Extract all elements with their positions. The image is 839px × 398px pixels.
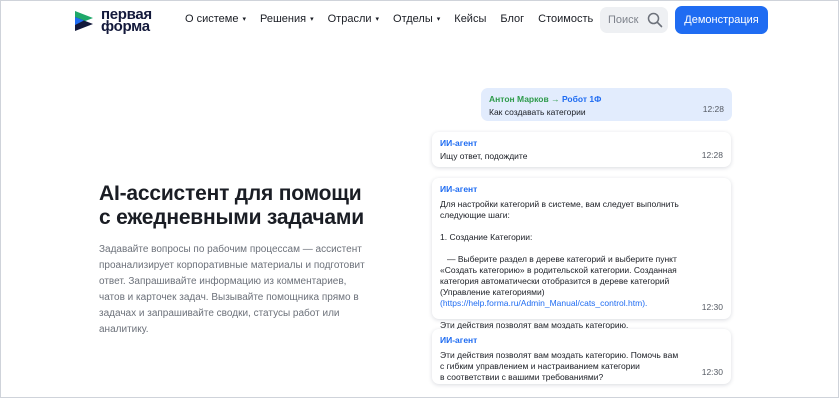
recipient-name: Робот 1Ф [561, 94, 602, 104]
message-sender: ИИ-агент [440, 138, 478, 148]
hero-title: AI-ассистент для помощи с ежедневными за… [99, 182, 399, 230]
arrow-right-icon: → [551, 94, 560, 104]
message-time: 12:28 [701, 150, 723, 160]
message-text: Как создавать категории [489, 107, 586, 117]
chevron-down-icon: ▾ [436, 16, 441, 23]
chat-message-agent-followup: ИИ-агент Эти действия позволят вам мозда… [432, 329, 731, 384]
logo-wordmark: первая форма [101, 7, 152, 35]
nav-item-label: Стоимость [538, 13, 594, 25]
site-header: первая форма О системе ▾ Решения ▾ Отрас… [1, 1, 838, 39]
logo-mark-icon [75, 11, 93, 31]
chat-message-agent-wait: ИИ-агент Ищу ответ, подождите 12:28 [432, 132, 731, 167]
nav-item-label: Кейсы [454, 13, 487, 25]
followup-line-2: с гибким управлением и настраиванием кат… [440, 361, 640, 371]
nav-item-about[interactable]: О системе ▾ [185, 13, 246, 25]
demo-button[interactable]: Демонстрация [675, 6, 768, 34]
nav-item-industries[interactable]: Отрасли ▾ [328, 13, 379, 25]
search-placeholder: Поиск [608, 14, 639, 26]
message-body: Для настройки категорий в системе, вам с… [440, 199, 723, 331]
nav-item-solutions[interactable]: Решения ▾ [260, 13, 314, 25]
hero-description: Задавайте вопросы по рабочим процессам —… [99, 244, 365, 335]
chat-message-user: Антон Марков → Робот 1Ф Как создавать ка… [481, 88, 732, 121]
message-text: Ищу ответ, подождите [440, 151, 528, 161]
nav-item-pricing[interactable]: Стоимость [538, 13, 593, 25]
help-link[interactable]: (https://help.forma.ru/Admin_Manual/cats… [440, 298, 647, 308]
brand-logo[interactable]: первая форма [73, 7, 173, 35]
nav-item-label: Блог [500, 13, 525, 25]
answer-intro: Для настройки категорий в системе, вам с… [440, 199, 679, 220]
message-time: 12:30 [701, 302, 723, 312]
nav-item-blog[interactable]: Блог [500, 13, 524, 25]
followup-line-1: Эти действия позволят вам моздать катего… [440, 350, 679, 360]
answer-step-heading: 1. Создание Категории: [440, 232, 533, 242]
message-sender: ИИ-агент [440, 184, 478, 194]
nav-item-label: О системе [185, 13, 239, 25]
nav-item-cases[interactable]: Кейсы [454, 13, 486, 25]
hero-title-line-2: с ежедневными задачами [99, 206, 364, 229]
nav-item-departments[interactable]: Отделы ▾ [393, 13, 440, 25]
nav-item-label: Отделы [393, 13, 433, 25]
nav-item-label: Отрасли [327, 13, 372, 25]
sender-name: Антон Марков [489, 94, 549, 104]
followup-line-3: в соответствии с вашими требованиями? [440, 372, 604, 382]
chevron-down-icon: ▾ [375, 16, 380, 23]
logo-line-2: форма [101, 18, 150, 35]
page-frame: первая форма О системе ▾ Решения ▾ Отрас… [0, 0, 839, 398]
main-nav: О системе ▾ Решения ▾ Отрасли ▾ Отделы ▾… [185, 13, 607, 25]
search-input[interactable]: Поиск [600, 7, 668, 33]
nav-item-label: Решения [260, 13, 307, 25]
chevron-down-icon: ▾ [242, 16, 246, 23]
message-text: Эти действия позволят вам моздать катего… [440, 350, 723, 383]
message-sender: Антон Марков → Робот 1Ф [489, 94, 724, 105]
message-sender: ИИ-агент [440, 335, 478, 345]
chevron-down-icon: ▾ [310, 16, 314, 23]
search-icon[interactable] [647, 12, 663, 28]
answer-step-detail: — Выберите раздел в дереве категорий и в… [440, 254, 698, 309]
message-time: 12:28 [702, 104, 724, 114]
answer-step-text: — Выберите раздел в дереве категорий и в… [440, 254, 677, 297]
chat-message-agent-answer: ИИ-агент Для настройки категорий в систе… [432, 178, 731, 330]
hero-title-line-1: AI-ассистент для помощи [99, 182, 362, 205]
message-time: 12:30 [701, 367, 723, 377]
